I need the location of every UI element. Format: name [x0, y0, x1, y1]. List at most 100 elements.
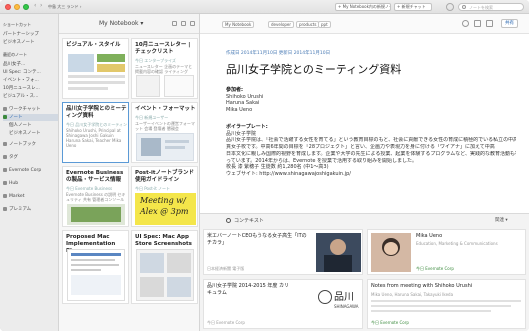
help-icon[interactable]	[446, 3, 454, 11]
note-thumbnail	[136, 133, 194, 161]
sidebar-item-hub[interactable]: Hub	[3, 180, 58, 187]
hub-icon	[3, 180, 7, 185]
note-card[interactable]: Evernote Businessの製品・サービス情報 今日 Evernote …	[62, 166, 129, 227]
sidebar-item-label: Hub	[9, 181, 19, 186]
recent-note-item[interactable]: 品川女子...	[3, 61, 58, 68]
sidebar-item-notes[interactable]: ノート	[3, 114, 58, 121]
note-icon	[3, 114, 7, 119]
profile-label: ボイラープレート:	[226, 124, 268, 130]
info-icon[interactable]	[172, 21, 177, 26]
note-card[interactable]: UI Spec: Mac App Store Screenshots	[131, 230, 198, 304]
premium-icon	[3, 206, 7, 211]
note-card-title: UI Spec: Mac App Store Screenshots	[135, 234, 192, 247]
sidebar-item-workchat[interactable]: ワークチャット	[3, 106, 58, 113]
contact-role: Education, Marketing & Communications	[416, 241, 498, 246]
recent-note-item[interactable]: 10月ニュースレ...	[3, 85, 58, 92]
tag-icon	[3, 154, 7, 159]
sidebar-item-tags[interactable]: タグ	[3, 154, 58, 161]
close-window-button[interactable]	[5, 4, 11, 10]
post-it-thumbnail: Meeting w/ Alex @ 3pm	[135, 193, 196, 225]
profile-line: 校長 漆 紫穂子 生徒数 約1,280名 (中1〜高3)	[226, 164, 329, 171]
tag-chip[interactable]: developer	[268, 21, 295, 28]
recent-notes-header: 最近のノート	[3, 52, 27, 57]
tag-chip[interactable]: products	[296, 21, 320, 28]
notebook-tag[interactable]: My Notebook	[222, 21, 255, 28]
title-bar: ‹ › 中島 大三 ランド › + My Notebook内の新規ノート + 新…	[0, 0, 529, 14]
delete-icon[interactable]	[486, 20, 493, 27]
minimize-window-button[interactable]	[14, 4, 20, 10]
note-card[interactable]: イベント・フォーマット 今日 新規ユーザー ユーザーイベントの運営フォーマット …	[131, 102, 198, 163]
search-placeholder: ノートを検索	[469, 5, 493, 10]
website-link[interactable]: ウェブサイト: http://www.shinagawajoshigakuin.…	[226, 171, 516, 178]
forward-icon[interactable]: ›	[40, 2, 42, 9]
tag-chip[interactable]: ppt	[318, 21, 331, 28]
attendees-label: 参加者:	[226, 87, 243, 93]
note-metadata: 作成日 2014年11月10日 更新日 2014年11月10日	[226, 51, 331, 56]
note-card-title: イベント・フォーマット	[135, 106, 196, 112]
new-chat-button[interactable]: + 新規チャット	[394, 3, 432, 11]
notebook-icon	[3, 141, 7, 146]
avatar	[371, 233, 411, 272]
context-card-title: 品川女子学院 2014-2015 年度 カリキュラム	[207, 283, 290, 296]
note-card[interactable]: 10月ニュースレター | チェックリスト 今日 エンタープライズ ニュースレター…	[131, 38, 198, 99]
note-card[interactable]: ビジュアル・スタイル	[62, 38, 129, 99]
shortcuts-header: ショートカット	[3, 22, 31, 27]
logo-text: 品川	[334, 292, 354, 303]
context-panel: コンテキスト 関連 ▾ 米エバーノートCEOもうなる女子高生「ITのチカラ」 日…	[200, 213, 529, 331]
note-card-title: 10月ニュースレター | チェックリスト	[135, 42, 191, 55]
new-note-button[interactable]: + My Notebook内の新規ノート	[335, 3, 391, 11]
view-options-icon[interactable]	[190, 21, 195, 26]
sidebar-item-label: ノートブック	[9, 142, 36, 147]
account-menu[interactable]: 中島 大三 ランド ›	[48, 4, 81, 10]
profile-line: 品川女子学院	[226, 130, 257, 137]
share-icon[interactable]	[181, 21, 186, 26]
profile-line: 貫女子校です。中高6年間の目標を「28プロジェクト」と言い、企画力や表現力を身に…	[226, 144, 495, 151]
attendees-section[interactable]: 参加者: Shihoko Urushi Haruna Sakai Mika Ue…	[226, 87, 516, 114]
shortcut-item[interactable]: パートナーシップ	[3, 31, 58, 38]
shortcut-item[interactable]: ビジネスノート	[3, 39, 58, 46]
attendee-name: Shihoko Urushi	[226, 93, 264, 100]
reminder-icon[interactable]	[462, 20, 469, 27]
handwriting-text: Alex @ 3pm	[140, 207, 189, 216]
note-card-snippet: ニュースレター 企画のテーマと掲載内容の確認 ライティング	[135, 64, 193, 74]
attendee-name: Haruna Sakai	[226, 100, 260, 107]
sidebar-item-premium[interactable]: プレミアム	[3, 206, 58, 213]
sidebar-item-evernote-corp[interactable]: Evernote Corp	[3, 167, 58, 174]
recent-note-item[interactable]: ビジュアル・ス...	[3, 93, 58, 100]
zoom-window-button[interactable]	[23, 4, 29, 10]
school-logo: 品川 SHINAGAWA	[316, 284, 360, 326]
sidebar-item-market[interactable]: Market	[3, 193, 58, 200]
context-card-contact[interactable]: Mika Ueno Education, Marketing & Communi…	[367, 229, 526, 275]
recent-note-item[interactable]: イベント・フォ...	[3, 77, 58, 84]
note-card-title: ビジュアル・スタイル	[66, 42, 121, 48]
note-card-title: 品川女子学院とのミーティング資料	[66, 106, 127, 119]
note-thumbnail	[136, 249, 194, 301]
note-thumbnail	[136, 75, 160, 97]
profile-line: 日本文化に親しみ国際的視野を育成します。企業や大学の先生による授業、起業を体験す…	[226, 150, 516, 157]
note-card[interactable]: Post-itノートブランド使用ガイドライン 今日 Post-it ノート Me…	[131, 166, 198, 227]
note-card-title: Evernote Businessの製品・サービス情報	[66, 170, 124, 183]
context-sort-dropdown[interactable]: 関連 ▾	[495, 217, 508, 223]
search-input[interactable]: ノートを検索	[458, 3, 524, 11]
profile-section[interactable]: ボイラープレート: 品川女子学院 品川女子学院は、「社会で活躍する女性を育てる」…	[226, 124, 516, 178]
context-card-meeting-notes[interactable]: Notes from meeting with Shihoko Urushi M…	[367, 279, 526, 329]
context-card-date: 今日 Evernote Corp	[371, 320, 409, 325]
back-icon[interactable]: ‹	[34, 2, 36, 9]
search-icon	[462, 5, 466, 9]
sidebar-item-business-notes[interactable]: ビジネスノート	[9, 130, 58, 137]
context-card-curriculum[interactable]: 品川女子学院 2014-2015 年度 カリキュラム 今日 Evernote C…	[203, 279, 363, 329]
recent-note-item[interactable]: UI Spec: コンテ...	[3, 69, 58, 76]
info-icon[interactable]	[474, 20, 481, 27]
notebook-selector[interactable]: My Notebook ▾	[99, 20, 143, 27]
sidebar-item-notebooks[interactable]: ノートブック	[3, 141, 58, 148]
share-button[interactable]: 共有	[501, 19, 518, 28]
sidebar-item-personal-notes[interactable]: 個人ノート	[9, 122, 58, 129]
note-title[interactable]: 品川女子学院とのミーティング資料	[226, 61, 516, 77]
context-card-source: Mika Ueno, Haruna Sakai, Takayuki Ikeda	[371, 292, 454, 297]
context-card-news[interactable]: 米エバーノートCEOもうなる女子高生「ITのチカラ」 日本経済新聞 電子版	[203, 229, 363, 275]
handwriting-text: Meeting w/	[140, 196, 186, 205]
note-card[interactable]: Proposed Mac Implementation Plan	[62, 230, 129, 304]
contact-source: 今日 Evernote Corp	[416, 266, 454, 271]
note-card-selected[interactable]: 品川女子学院とのミーティング資料 今日 品川女子学院とのミーティング資料 Shi…	[62, 102, 129, 163]
note-card-snippet: ユーザーイベントの運営フォーマット 会場 登壇者 懇親会	[135, 121, 195, 131]
